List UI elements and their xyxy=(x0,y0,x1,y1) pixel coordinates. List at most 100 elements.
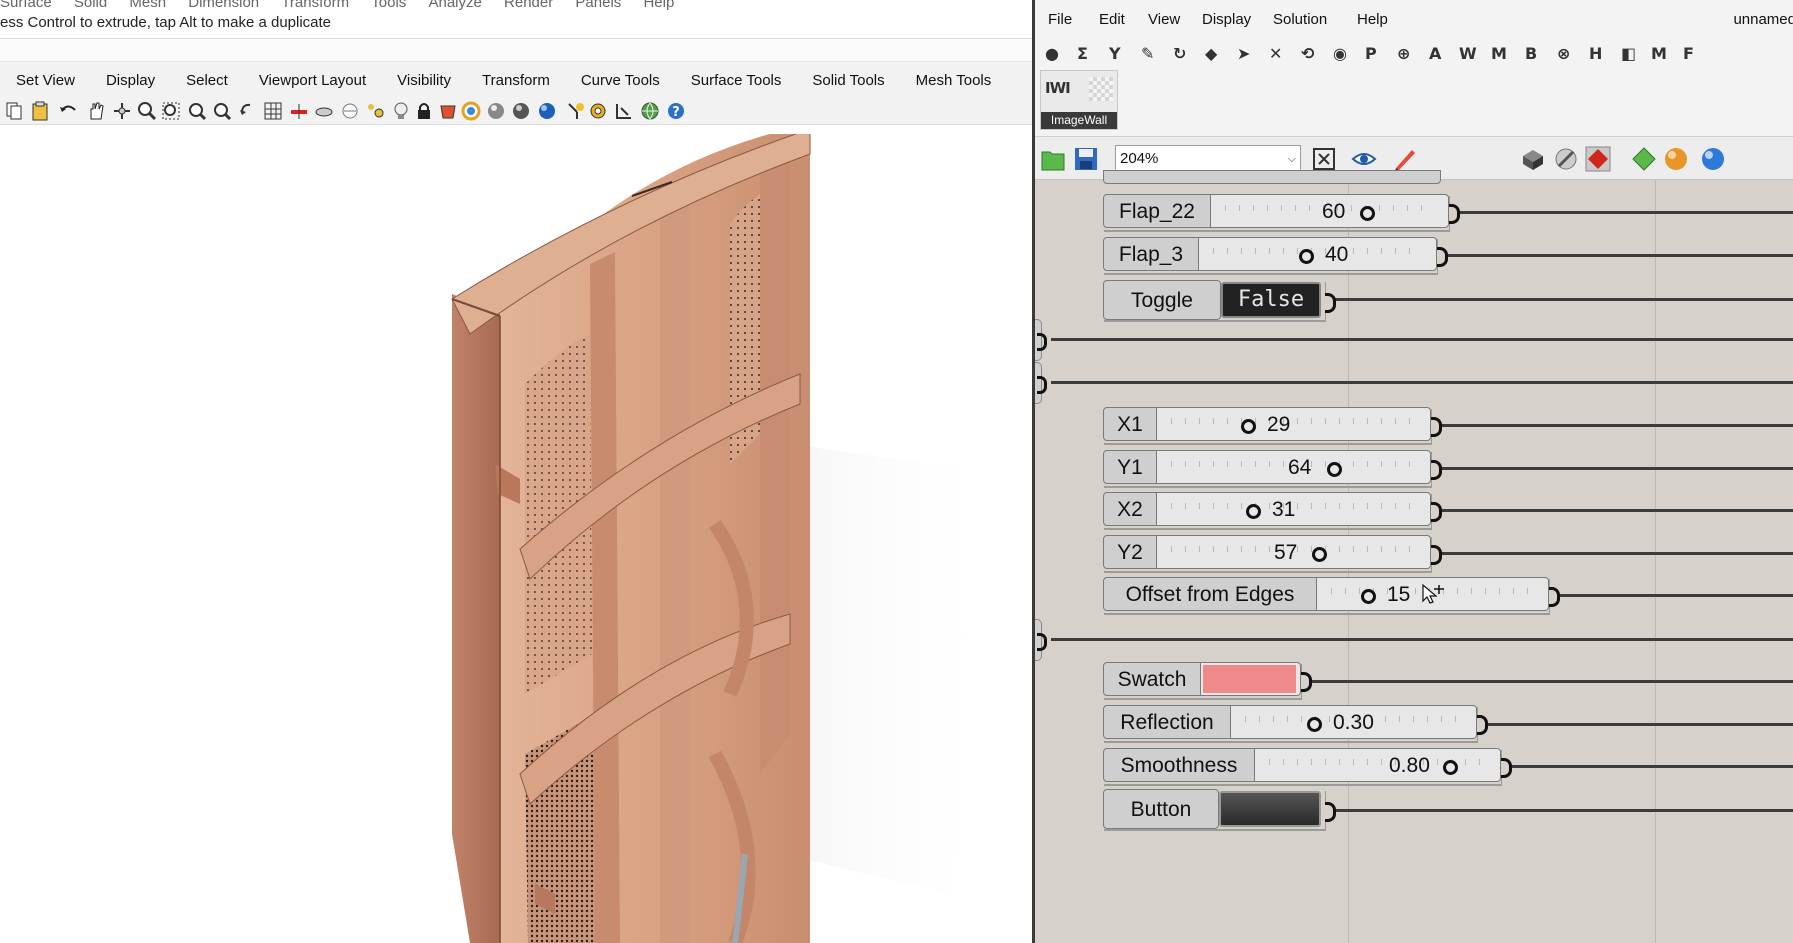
slider-track[interactable]: 40 xyxy=(1199,237,1437,271)
slider-track[interactable]: 0.30 xyxy=(1231,705,1477,739)
glyph-0[interactable]: ● xyxy=(1045,44,1059,63)
slider-smoothness[interactable]: Smoothness 0.80 xyxy=(1103,748,1512,784)
zoom-dropdown[interactable]: 204% ⌵ xyxy=(1115,145,1301,171)
slider-knob[interactable] xyxy=(1361,589,1376,604)
options-icon[interactable] xyxy=(614,101,634,121)
save-icon[interactable] xyxy=(1073,146,1099,172)
camera-icon[interactable] xyxy=(314,101,334,121)
slider-track[interactable]: 0.80 xyxy=(1255,748,1501,782)
glyph-6[interactable]: ➤ xyxy=(1237,44,1250,63)
output-grip[interactable] xyxy=(1325,293,1336,313)
preview-selected-icon[interactable] xyxy=(1585,146,1611,172)
tab-visibility[interactable]: Visibility xyxy=(397,62,451,89)
glyph-12[interactable]: A xyxy=(1429,44,1441,63)
slider-track[interactable]: 29 xyxy=(1157,407,1431,441)
glyph-4[interactable]: ↻ xyxy=(1173,44,1186,63)
menu-solid[interactable]: Solid xyxy=(74,0,107,10)
slider-track[interactable]: 31 xyxy=(1157,492,1431,526)
grid-icon[interactable] xyxy=(263,101,283,121)
output-grip[interactable] xyxy=(1431,545,1442,565)
glyph-9[interactable]: ◉ xyxy=(1333,44,1347,63)
glyph-18[interactable]: ◧ xyxy=(1621,44,1636,63)
tab-transform[interactable]: Transform xyxy=(482,62,550,89)
slider-x2[interactable]: X2 31 xyxy=(1103,492,1442,528)
globe-icon[interactable] xyxy=(640,101,660,121)
output-grip[interactable] xyxy=(1431,502,1442,522)
button-component[interactable]: Button xyxy=(1103,789,1336,829)
glyph-2[interactable]: Y xyxy=(1109,44,1121,63)
slider-track[interactable]: 57 xyxy=(1157,535,1431,569)
glyph-7[interactable]: ✕ xyxy=(1269,44,1282,63)
slider-knob[interactable] xyxy=(1241,419,1256,434)
material-sphere-icon[interactable] xyxy=(1663,146,1689,172)
gh-canvas[interactable]: Flap_22 60 Flap_3 40 Toggle False X1 29 … xyxy=(1035,170,1793,943)
gh-menu-edit[interactable]: Edit xyxy=(1099,11,1125,28)
pan-hand-icon[interactable] xyxy=(86,101,106,121)
glyph-8[interactable]: ⟲ xyxy=(1301,44,1314,63)
tab-surface-tools[interactable]: Surface Tools xyxy=(691,62,782,89)
menu-transform[interactable]: Transform xyxy=(281,0,349,10)
command-input[interactable] xyxy=(0,39,1032,62)
input-port[interactable] xyxy=(1035,319,1047,361)
ghosted-icon[interactable] xyxy=(486,101,506,121)
zoom-extents-icon[interactable] xyxy=(1311,146,1337,172)
input-port[interactable] xyxy=(1035,362,1047,404)
glyph-16[interactable]: ⊗ xyxy=(1557,44,1570,63)
input-port[interactable] xyxy=(1035,619,1047,661)
xray-icon[interactable] xyxy=(511,101,531,121)
glyph-11[interactable]: ⊕ xyxy=(1397,44,1410,63)
gh-menu-file[interactable]: File xyxy=(1048,11,1072,28)
slider-y2[interactable]: Y2 57 xyxy=(1103,535,1442,571)
push-button[interactable] xyxy=(1219,791,1321,827)
gh-menu-solution[interactable]: Solution xyxy=(1273,11,1327,28)
slider-flap-22[interactable]: Flap_22 60 xyxy=(1103,194,1460,230)
output-grip[interactable] xyxy=(1301,672,1312,692)
slider-reflection[interactable]: Reflection 0.30 xyxy=(1103,705,1488,741)
menu-dimension[interactable]: Dimension xyxy=(188,0,259,10)
tab-mesh-tools[interactable]: Mesh Tools xyxy=(916,62,992,89)
output-grip[interactable] xyxy=(1501,758,1512,778)
slider-knob[interactable] xyxy=(1360,206,1375,221)
slider-offset-from-edges[interactable]: Offset from Edges 15 xyxy=(1103,577,1560,613)
output-grip[interactable] xyxy=(1437,247,1448,267)
imagewall-tab-tile[interactable]: IWI ImageWall xyxy=(1040,70,1118,130)
menu-panels[interactable]: Panels xyxy=(575,0,621,10)
slider-knob[interactable] xyxy=(1327,462,1342,477)
swatch-body[interactable] xyxy=(1201,662,1301,696)
move-view-icon[interactable] xyxy=(112,101,132,121)
glyph-1[interactable]: Σ xyxy=(1077,44,1088,63)
glyph-5[interactable]: ◆ xyxy=(1205,44,1217,63)
zoom-window-icon[interactable] xyxy=(161,101,181,121)
output-grip[interactable] xyxy=(1431,460,1442,480)
menu-surface[interactable]: Surface xyxy=(0,0,52,10)
snapshots-icon[interactable] xyxy=(365,101,385,121)
glyph-15[interactable]: B xyxy=(1525,44,1537,63)
slider-knob[interactable] xyxy=(1312,547,1327,562)
menu-render[interactable]: Render xyxy=(504,0,553,10)
menu-help[interactable]: Help xyxy=(643,0,674,10)
paste-icon[interactable] xyxy=(30,101,50,121)
tab-viewport-layout[interactable]: Viewport Layout xyxy=(259,62,366,89)
bake-icon[interactable] xyxy=(1631,146,1657,172)
render-settings-icon[interactable] xyxy=(588,101,608,121)
slider-flap-3[interactable]: Flap_3 40 xyxy=(1103,237,1448,273)
zoom-extents-icon[interactable] xyxy=(187,101,207,121)
shaded-icon[interactable] xyxy=(438,101,458,121)
named-view-icon[interactable] xyxy=(289,101,309,121)
menu-tools[interactable]: Tools xyxy=(371,0,406,10)
rotate-view-icon[interactable] xyxy=(238,101,258,121)
preview-eye-icon[interactable] xyxy=(1351,146,1377,172)
glyph-13[interactable]: W xyxy=(1459,44,1477,63)
gh-menu-display[interactable]: Display xyxy=(1202,11,1251,28)
slider-y1[interactable]: Y1 64 xyxy=(1103,450,1442,486)
toggle-value[interactable]: False xyxy=(1221,282,1321,318)
copy-icon[interactable] xyxy=(4,101,24,121)
lightbulb-icon[interactable] xyxy=(391,101,411,121)
output-grip[interactable] xyxy=(1477,715,1488,735)
gh-menu-help[interactable]: Help xyxy=(1357,11,1388,28)
slider-knob[interactable] xyxy=(1246,504,1261,519)
slider-track[interactable]: 60 xyxy=(1211,194,1449,228)
preview-wire-icon[interactable] xyxy=(1553,146,1579,172)
output-grip[interactable] xyxy=(1431,417,1442,437)
open-folder-icon[interactable] xyxy=(1040,146,1066,172)
